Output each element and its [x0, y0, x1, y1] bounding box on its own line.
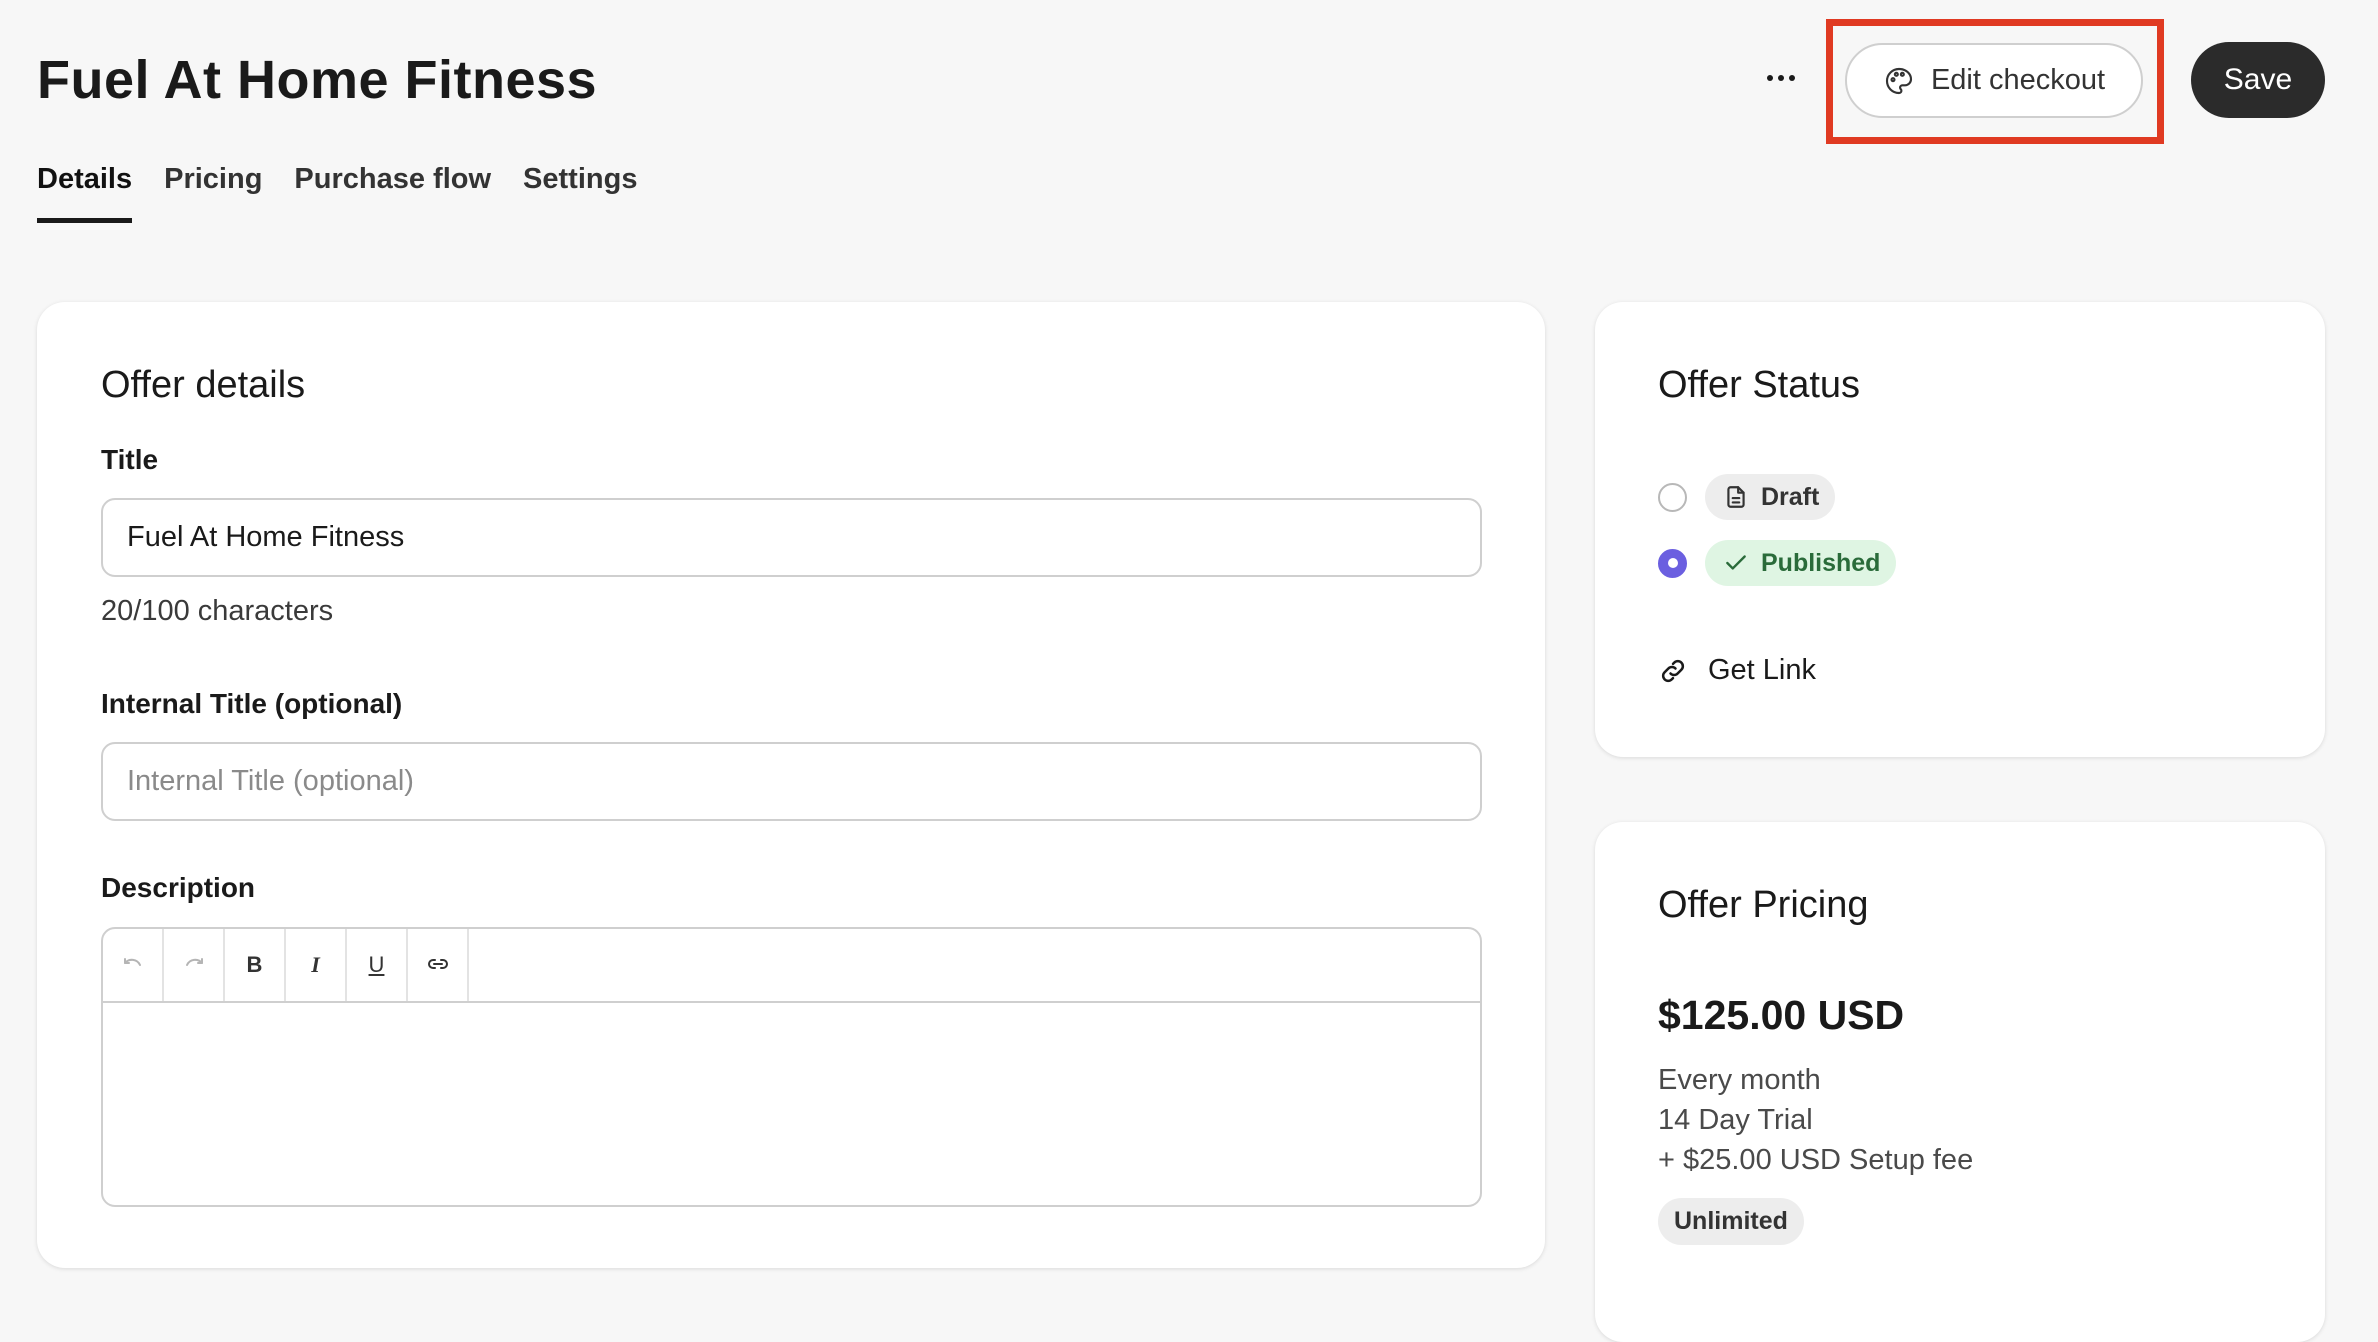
offer-pricing-card: Offer Pricing $125.00 USD Every month 14… [1595, 822, 2325, 1342]
internal-title-label: Internal Title (optional) [101, 688, 403, 719]
offer-pricing-heading: Offer Pricing [1658, 884, 1869, 926]
description-content[interactable] [103, 1003, 1480, 1205]
bold-button[interactable]: B [225, 929, 286, 1001]
underline-icon: U [368, 952, 385, 977]
title-input[interactable] [101, 498, 1482, 577]
title-char-count: 20/100 characters [101, 595, 334, 627]
unlimited-badge: Unlimited [1658, 1198, 1804, 1245]
page-title: Fuel At Home Fitness [37, 50, 598, 110]
tab-bar: Details Pricing Purchase flow Settings [37, 163, 637, 223]
tab-pricing[interactable]: Pricing [164, 163, 262, 220]
title-label: Title [101, 444, 159, 475]
offer-details-card: Offer details Title 20/100 characters In… [37, 302, 1545, 1268]
palette-icon [1885, 67, 1913, 94]
price-details: Every month 14 Day Trial + $25.00 USD Se… [1658, 1060, 1973, 1180]
offer-details-heading: Offer details [101, 364, 306, 406]
internal-title-input[interactable] [101, 742, 1482, 821]
more-options-button[interactable] [1758, 60, 1804, 96]
undo-icon [123, 958, 141, 966]
status-option-draft[interactable]: Draft [1658, 474, 1836, 520]
editor-toolbar: B I U [103, 929, 1480, 1003]
document-icon [1727, 486, 1745, 508]
check-icon [1726, 555, 1746, 570]
price-amount: $125.00 USD [1658, 992, 1905, 1038]
offer-status-heading: Offer Status [1658, 364, 1861, 406]
edit-checkout-button[interactable]: Edit checkout [1845, 43, 2143, 118]
draft-label: Draft [1761, 482, 1820, 511]
offer-status-card: Offer Status Draft Published Get Link [1595, 302, 2325, 757]
bold-icon: B [246, 952, 263, 977]
tab-purchase-flow[interactable]: Purchase flow [294, 163, 491, 220]
trial-period: 14 Day Trial [1658, 1104, 1813, 1136]
billing-frequency: Every month [1658, 1064, 1821, 1096]
offer-editor-page: Fuel At Home Fitness Edit checkout Save … [0, 0, 2378, 1342]
redo-icon [185, 958, 203, 966]
save-button[interactable]: Save [2191, 42, 2325, 118]
italic-icon: I [311, 952, 320, 977]
link-button[interactable] [408, 929, 469, 1001]
published-label: Published [1761, 548, 1881, 577]
link-icon [1661, 659, 1685, 682]
tab-details[interactable]: Details [37, 163, 133, 223]
status-option-published[interactable]: Published [1658, 540, 1897, 586]
setup-fee: + $25.00 USD Setup fee [1658, 1144, 1974, 1176]
published-pill: Published [1705, 540, 1897, 586]
draft-pill: Draft [1705, 474, 1836, 520]
get-link-button[interactable]: Get Link [1658, 654, 1816, 687]
link-icon [427, 959, 448, 969]
description-editor: B I U [101, 927, 1482, 1207]
undo-button[interactable] [103, 929, 164, 1001]
published-radio[interactable] [1658, 548, 1687, 578]
draft-radio[interactable] [1658, 482, 1687, 512]
underline-button[interactable]: U [347, 929, 408, 1001]
tab-settings[interactable]: Settings [523, 163, 637, 220]
italic-button[interactable]: I [286, 929, 347, 1001]
redo-button[interactable] [164, 929, 225, 1001]
description-label: Description [101, 872, 256, 903]
edit-checkout-label: Edit checkout [1930, 64, 2106, 96]
get-link-label: Get Link [1708, 654, 1816, 686]
more-horizontal-icon [1765, 75, 1798, 81]
